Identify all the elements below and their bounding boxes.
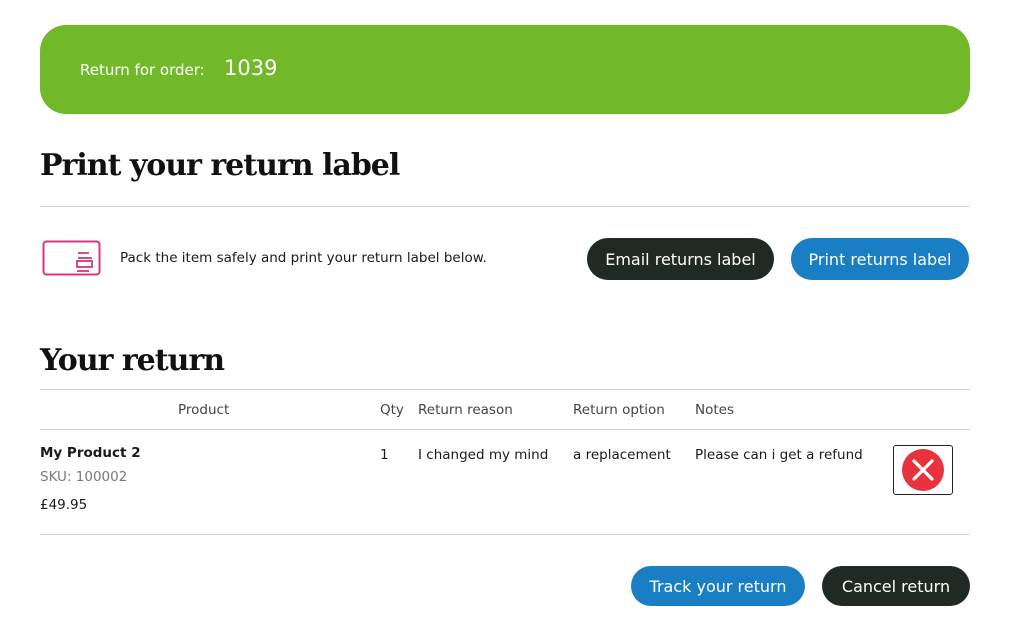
order-number: 1039 <box>224 56 278 80</box>
divider <box>40 429 970 430</box>
divider <box>40 389 970 390</box>
print-label-heading: Print your return label <box>40 148 400 183</box>
product-name: My Product 2 <box>40 445 141 461</box>
column-header-product: Product <box>178 402 230 418</box>
track-return-button[interactable]: Track your return <box>631 566 805 606</box>
divider <box>40 206 970 207</box>
pack-instruction: Pack the item safely and print your retu… <box>120 250 487 266</box>
print-returns-label-button[interactable]: Print returns label <box>791 238 969 280</box>
order-banner: Return for order: 1039 <box>40 25 970 114</box>
remove-item-button[interactable] <box>893 445 953 495</box>
order-label: Return for order: <box>80 61 205 79</box>
product-price: £49.95 <box>40 497 88 513</box>
your-return-heading: Your return <box>40 343 225 378</box>
divider <box>40 534 970 535</box>
email-returns-label-button[interactable]: Email returns label <box>587 238 774 280</box>
cancel-return-button[interactable]: Cancel return <box>822 566 970 606</box>
product-sku: SKU: 100002 <box>40 469 128 485</box>
item-return-option: a replacement <box>573 447 671 463</box>
remove-item-icon <box>902 449 944 491</box>
column-header-notes: Notes <box>695 402 734 418</box>
item-notes: Please can i get a refund <box>695 447 863 463</box>
column-header-reason: Return reason <box>418 402 513 418</box>
item-qty: 1 <box>380 447 389 463</box>
column-header-option: Return option <box>573 402 665 418</box>
column-header-qty: Qty <box>380 402 404 418</box>
item-return-reason: I changed my mind <box>418 447 549 463</box>
return-label-icon <box>42 240 102 282</box>
